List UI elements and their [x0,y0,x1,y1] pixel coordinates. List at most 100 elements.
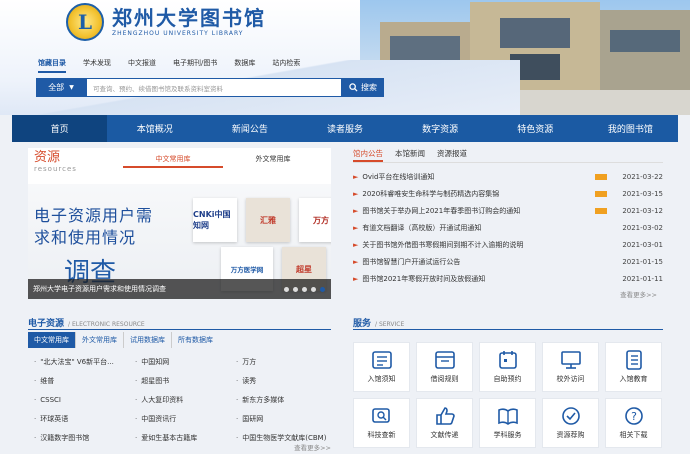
arrow-right-icon: ► [353,257,359,266]
news-more-link[interactable]: 查看更多>> [620,289,657,299]
tab-foreign-databases[interactable]: 外文常用库 [223,152,323,168]
nav-my-library[interactable]: 我的图书馆 [583,115,678,142]
main-nav: 首页 本馆概况 新闻公告 读者服务 数字资源 特色资源 我的图书馆 [12,115,678,142]
eresource-link[interactable]: 中国资讯行 [135,409,236,428]
carousel-dot[interactable] [284,287,289,292]
eres-tab-chinese[interactable]: 中文常用库 [28,332,76,348]
eresource-link[interactable]: 读秀 [236,371,331,390]
logo-english-name: ZHENGZHOU UNIVERSITY LIBRARY [112,30,244,37]
nav-about[interactable]: 本馆概况 [107,115,202,142]
search-tab-ejournals[interactable]: 电子期刊/图书 [173,58,217,73]
resources-title: 资源 [34,150,61,165]
service-tile-label: 借阅规则 [430,375,459,383]
banner-headline-line1: 电子资源用户需 [34,206,154,225]
news-item-date: 2021-03-12 [622,206,663,215]
service-panel: 服务 / SERVICE 入馆须知 借阅规则 自助预约 校外访问 入馆教育 科技查新 文献传递… [353,316,663,454]
huiya-logo: 汇雅 [246,198,290,242]
news-item[interactable]: ► 关于图书馆外借图书寒假期间到期不计入逾期的说明 2021-03-01 [353,236,663,253]
nav-digital-resources[interactable]: 数字资源 [393,115,488,142]
eresource-link[interactable]: "北大法宝" V6新平台... [34,352,135,371]
nav-news[interactable]: 新闻公告 [202,115,297,142]
service-tile[interactable]: ? 相关下载 [605,398,662,448]
search-tab-database[interactable]: 数据库 [234,58,255,73]
education-icon [622,350,646,370]
electronic-resources-panel: 电子资源 / ELECTRONIC RESOURCE 中文常用库 外文常用库 试用… [28,316,331,454]
search-tab-site[interactable]: 站内检索 [272,58,300,73]
news-item-date: 2021-01-15 [622,257,663,266]
service-tile[interactable]: 借阅规则 [416,342,473,392]
news-item-title: 图书馆2021年寒假开放时间及放假通知 [362,274,486,283]
search-type-tabs: 馆藏目录 学术发现 中文报道 电子期刊/图书 数据库 站内检索 [38,58,317,73]
news-item[interactable]: ► 图书馆2021年寒假开放时间及放假通知 2021-01-11 [353,270,663,287]
search-novelty-icon [370,406,394,426]
news-item[interactable]: ► 有道文档翻译（高校版）开通试用通知 2021-03-02 [353,219,663,236]
service-tile[interactable]: 资源荐购 [542,398,599,448]
arrow-right-icon: ► [353,172,359,181]
carousel-dot[interactable] [311,287,316,292]
tab-chinese-databases[interactable]: 中文常用库 [123,152,223,168]
news-panel: 馆内公告 本馆新闻 资源报道 ► Ovid平台在线培训通知 2021-03-22 ► 2… [353,148,663,299]
service-tile-label: 资源荐购 [556,431,585,439]
news-item-date: 2021-03-22 [622,172,663,181]
carousel-dot[interactable] [302,287,307,292]
news-item-date: 2021-03-02 [622,223,663,232]
news-item[interactable]: ► Ovid平台在线培训通知 2021-03-22 [353,168,663,185]
news-item-title: 有道文档翻译（高校版）开通试用通知 [362,223,482,232]
eresource-link[interactable]: 环球英语 [34,409,135,428]
news-item[interactable]: ► 2020科睿唯安生命科学与制药精选内容集锦 2021-03-15 [353,185,663,202]
new-badge-icon [595,173,607,180]
news-list: ► Ovid平台在线培训通知 2021-03-22 ► 2020科睿唯安生命科学与制药精… [353,168,663,287]
service-grid: 入馆须知 借阅规则 自助预约 校外访问 入馆教育科技查新 文献传递 学科服务 资源荐购 ? 相关下… [353,342,662,448]
eresource-link[interactable]: CSSCI [34,390,135,409]
eresource-link[interactable]: 汉籍数字图书馆 [34,428,135,447]
service-tile-label: 入馆教育 [619,375,648,383]
nav-reader-services[interactable]: 读者服务 [297,115,392,142]
eresource-link[interactable]: 人大复印资料 [135,390,236,409]
nav-special-resources[interactable]: 特色资源 [488,115,583,142]
svg-text:?: ? [631,410,637,423]
search-tab-catalog[interactable]: 馆藏目录 [38,58,66,73]
search-tab-chinese-reports[interactable]: 中文报道 [128,58,156,73]
survey-banner[interactable]: 电子资源用户需 求和使用情况 调查 CNKi中国知网 汇雅 万方 万方医学网 超… [28,184,331,299]
search-bar: 全部 ▼ 可查询、预约、续借图书馆及联系资料室资料 搜索 [36,78,384,97]
question-icon: ? [622,406,646,426]
news-item[interactable]: ► 图书馆智慧门户开通试运行公告 2021-01-15 [353,253,663,270]
resources-panel: 资源 resources 中文常用库 外文常用库 电子资源用户需 求和使用情况 … [28,148,331,299]
eresource-link[interactable]: 国研网 [236,409,331,428]
nav-home[interactable]: 首页 [12,115,108,142]
service-tile-label: 学科服务 [493,431,522,439]
tab-announcements[interactable]: 馆内公告 [353,148,383,162]
carousel-dot[interactable] [293,287,298,292]
news-item-title: 关于图书馆外借图书寒假期间到期不计入逾期的说明 [362,240,524,249]
site-logo[interactable]: L 郑州大学图书馆 ZHENGZHOU UNIVERSITY LIBRARY [66,3,266,41]
service-tile[interactable]: 文献传递 [416,398,473,448]
service-tile[interactable]: 科技查新 [353,398,410,448]
carousel-dot-active[interactable] [320,287,325,292]
news-item[interactable]: ► 图书馆关于举办网上2021年春季图书订购会的通知 2021-03-12 [353,202,663,219]
service-tile[interactable]: 入馆须知 [353,342,410,392]
tab-library-news[interactable]: 本馆新闻 [395,148,425,162]
search-input[interactable]: 可查询、预约、续借图书馆及联系资料室资料 [86,78,342,97]
site-header: L 郑州大学图书馆 ZHENGZHOU UNIVERSITY LIBRARY 馆… [0,0,690,115]
service-tile[interactable]: 入馆教育 [605,342,662,392]
banner-headline-line2: 求和使用情况 [34,228,137,247]
eres-tab-all[interactable]: 所有数据库 [172,332,219,348]
search-scope-select[interactable]: 全部 ▼ [36,78,86,97]
eresource-link[interactable]: 爱如生基本古籍库 [135,428,236,447]
eres-tab-trial[interactable]: 试用数据库 [124,332,172,348]
eresource-link[interactable]: 超星图书 [135,371,236,390]
tab-resource-reports[interactable]: 资源报道 [437,148,467,162]
service-tile[interactable]: 自助预约 [479,342,536,392]
eresources-more-link[interactable]: 查看更多>> [294,442,331,452]
search-button[interactable]: 搜索 [342,78,384,97]
eresource-link[interactable]: 维普 [34,371,135,390]
search-tab-discovery[interactable]: 学术发现 [83,58,111,73]
service-tile[interactable]: 校外访问 [542,342,599,392]
eres-tab-foreign[interactable]: 外文常用库 [76,332,124,348]
service-tile[interactable]: 学科服务 [479,398,536,448]
eresource-link[interactable]: 中国知网 [135,352,236,371]
new-badge-icon [595,190,607,197]
eresource-link[interactable]: 万方 [236,352,331,371]
resources-tabs: 中文常用库 外文常用库 [123,152,323,168]
eresource-link[interactable]: 新东方多媒体 [236,390,331,409]
